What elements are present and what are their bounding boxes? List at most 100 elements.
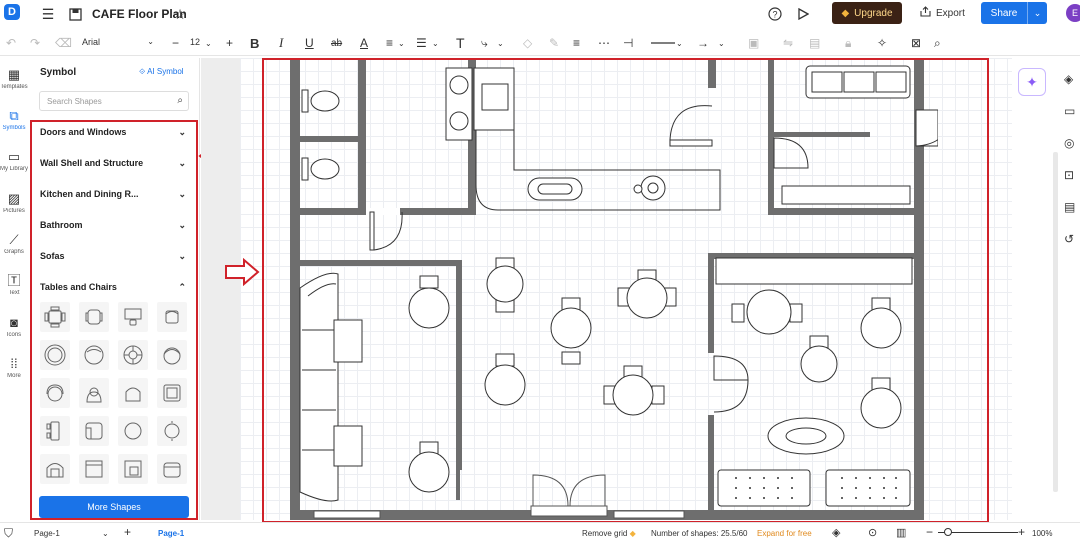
save-icon[interactable] [67,6,83,22]
pictures-icon: ▨ [7,191,21,206]
redo-icon[interactable]: ↷ [30,35,40,51]
ai-symbol-label: AI Symbol [147,67,184,76]
undo-icon[interactable]: ↶ [6,35,16,51]
magic-icon[interactable]: ✧ [877,35,887,51]
replace-icon[interactable]: ⊠ [911,35,921,51]
find-icon[interactable]: ⌕ [934,35,941,51]
star-icon[interactable]: ☆ [172,6,188,22]
fill-icon[interactable]: ◇ [523,35,532,51]
layers-icon[interactable]: ◈ [832,526,840,539]
play-icon[interactable] [795,6,811,22]
rail-label: Templates [0,84,28,90]
data-icon[interactable]: ▤ [1064,200,1075,214]
text-tool-icon[interactable]: T [456,35,465,51]
tab-page-1[interactable]: Page-1 [158,529,184,538]
rail-label: Pictures [3,208,25,214]
presentation-icon[interactable]: ⊡ [1064,168,1074,182]
font-size-increase-icon[interactable]: + [226,35,233,51]
ai-sparkle-icon[interactable]: ✦ [1018,68,1046,96]
theme-icon[interactable]: ◎ [1064,136,1074,150]
lock-icon[interactable]: 🔒︎ [845,35,851,51]
chevron-down-icon[interactable]: ⌄ [1027,2,1047,24]
line-spacing-icon[interactable]: ☰ [416,35,427,51]
font-size-decrease-icon[interactable]: − [172,35,179,51]
align-icon[interactable]: ≡ [386,35,393,51]
connector-icon[interactable]: ⤷ [481,35,488,51]
graphs-icon: ⟋ [9,232,19,247]
rail-item-text[interactable]: 🅃︎ Text [0,274,28,297]
focus-icon[interactable]: ⊙ [868,526,877,539]
symbol-panel: Symbol ⟐ AI Symbol ⌕ Doors and Windows ⌄… [29,58,200,520]
rail-label: My Library [0,166,28,172]
menu-icon[interactable]: ☰ [40,6,56,22]
format-painter-icon[interactable]: ⌫ [55,35,72,51]
dash-style-icon[interactable]: ⋯ [598,35,610,51]
zoom-in-icon[interactable]: + [1018,525,1025,539]
strikethrough-icon[interactable]: ab [331,35,342,51]
share-button[interactable]: Share ⌄ [981,2,1047,24]
right-side-area [1012,58,1052,520]
underline-icon[interactable]: U [305,35,314,51]
font-size-value[interactable]: 12 [190,37,200,47]
rail-item-templates[interactable]: ▦ Templates [0,68,28,91]
top-bar: D ☰ CAFE Floor Plan ☆ ? ◆ Upgrade Export… [0,0,1080,28]
highlight-box [262,58,989,523]
app-logo[interactable]: D [4,4,20,20]
symbols-icon: ⧉ [9,108,19,123]
rail-item-more[interactable]: ⁞⁞ More [0,357,28,380]
line-color-icon[interactable]: ✎ [549,35,559,51]
help-icon[interactable]: ? [767,6,783,22]
search-input[interactable] [47,92,167,110]
chevron-down-icon[interactable]: ⌄ [102,529,109,538]
zoom-slider-handle[interactable] [944,528,952,536]
highlight-box [30,120,198,520]
vertical-scrollbar[interactable] [1053,152,1058,492]
arrange-icon[interactable]: ▤ [809,35,820,51]
page-select[interactable]: Page-1 [34,529,60,538]
history-icon[interactable]: ↺ [1064,232,1074,246]
share-label: Share [990,7,1018,19]
line-style-icon[interactable] [651,35,675,51]
rail-label: Text [8,290,20,296]
waypoint-icon[interactable]: ⊣ [623,35,633,51]
chevron-down-icon[interactable]: ⌄ [432,35,439,51]
chevron-down-icon[interactable]: ⌄ [205,35,212,51]
search-icon[interactable]: ⌕ [177,95,183,106]
add-page-icon[interactable]: + [124,525,131,539]
bold-icon[interactable]: B [250,35,259,51]
font-color-icon[interactable]: A [360,35,368,51]
group-icon[interactable]: ▣ [748,35,759,51]
rail-item-my-library[interactable]: ▭ My Library [0,150,28,173]
export-button[interactable]: Export [920,4,965,22]
chevron-down-icon[interactable]: ⌄ [676,35,683,51]
expand-link[interactable]: Expand for free [757,529,812,538]
font-family-select[interactable]: Arial ⌄ [82,37,154,47]
remove-grid-button[interactable]: Remove grid ◆ [582,529,636,538]
format-toolbar: ↶ ↷ ⌫ Arial ⌄ − 12 ⌄ + B I U ab A ≡ ⌄ ☰ … [0,30,1080,56]
right-rail: ◈ ▭ ◎ ⊡ ▤ ↺ [1060,58,1080,520]
rail-item-symbols[interactable]: ⧉ Symbols [0,108,28,132]
avatar[interactable]: E [1066,4,1080,22]
font-family-value: Arial [82,37,101,47]
upgrade-button[interactable]: ◆ Upgrade [832,2,902,24]
rail-item-graphs[interactable]: ⟋ Graphs [0,232,28,256]
icons-icon: ◙ [10,315,18,330]
rail-item-pictures[interactable]: ▨ Pictures [0,191,28,215]
page-setup-icon[interactable]: ▭ [1064,104,1075,118]
chevron-down-icon: ⌄ [147,37,154,46]
chevron-down-icon[interactable]: ⌄ [497,35,504,51]
zoom-level[interactable]: 100% [1032,529,1052,538]
annotation-arrow-right-icon [224,257,260,289]
rail-item-icons[interactable]: ◙ Icons [0,315,28,339]
ai-symbol-button[interactable]: ⟐ AI Symbol [139,67,184,77]
italic-icon[interactable]: I [279,35,283,51]
panel-title: Symbol [40,67,77,78]
line-weight-icon[interactable]: ≡ [573,35,580,51]
zoom-out-icon[interactable]: − [926,525,933,539]
style-icon[interactable]: ◈ [1064,72,1073,86]
flip-icon[interactable]: ⇋ [783,35,793,51]
arrow-style-icon[interactable]: → [697,35,709,51]
chevron-down-icon[interactable]: ⌄ [718,35,725,51]
chevron-down-icon[interactable]: ⌄ [398,35,405,51]
book-icon[interactable]: ▥ [896,526,906,539]
